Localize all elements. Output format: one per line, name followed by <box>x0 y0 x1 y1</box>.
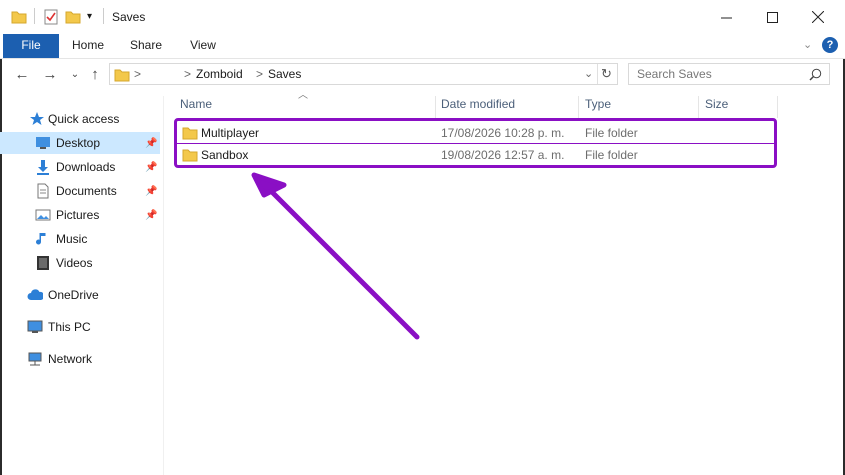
annotation-arrow <box>251 172 420 340</box>
